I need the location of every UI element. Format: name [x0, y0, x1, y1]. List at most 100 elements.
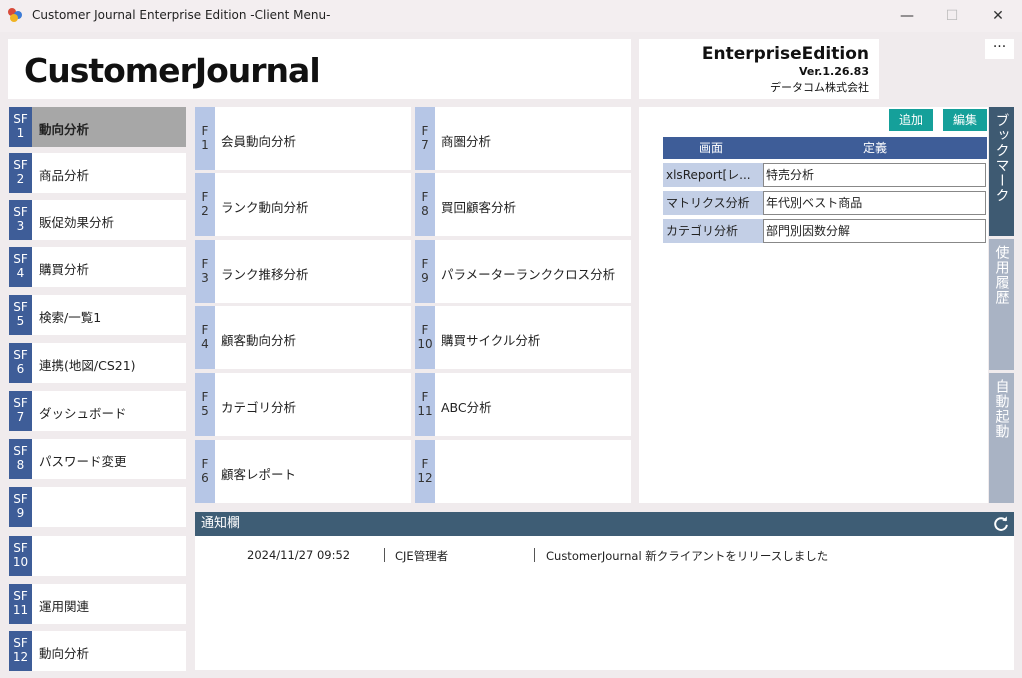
- tab-bookmark[interactable]: ブックマーク: [989, 107, 1014, 236]
- f-item-5[interactable]: F5 カテゴリ分析: [195, 373, 411, 436]
- tab-autostart[interactable]: 自動起動: [989, 373, 1014, 503]
- f-key: F 12: [415, 440, 435, 503]
- f-item-2[interactable]: F2 ランク動向分析: [195, 173, 411, 236]
- tab-autostart-label: 自動起動: [993, 379, 1010, 439]
- notice-title: 通知欄: [201, 516, 241, 531]
- bookmark-screen: カテゴリ分析: [663, 219, 763, 243]
- bookmark-panel: 追加 編集 画面 定義 xlsReport[レ... 特売分析 マトリクス分析 …: [639, 107, 988, 503]
- notice-datetime: 2024/11/27 09:52: [247, 548, 351, 562]
- f-key: F7: [415, 107, 435, 170]
- bookmark-screen: xlsReport[レ...: [663, 163, 763, 187]
- bookmark-table-header: 画面 定義: [663, 137, 987, 159]
- f-key: F8: [415, 173, 435, 236]
- f-label: ABC分析: [441, 400, 492, 415]
- sf-item-4[interactable]: SF 4 購買分析: [9, 247, 186, 287]
- maximize-button[interactable]: ☐: [929, 4, 975, 28]
- bookmark-screen: マトリクス分析: [663, 191, 763, 215]
- sf-label: 連携(地図/CS21): [39, 358, 136, 373]
- refresh-icon[interactable]: [992, 515, 1010, 533]
- f-item-12[interactable]: F 12: [415, 440, 631, 503]
- f-item-9[interactable]: F9 パラメーターランククロス分析: [415, 240, 631, 303]
- sf-key: SF 9: [9, 487, 32, 527]
- edition-name: EnterpriseEdition: [701, 44, 869, 64]
- f-key: F2: [195, 173, 215, 236]
- f-key: F4: [195, 306, 215, 369]
- bookmark-row[interactable]: カテゴリ分析 部門別因数分解: [663, 219, 987, 243]
- f-item-10[interactable]: F 10 購買サイクル分析: [415, 306, 631, 369]
- tab-history[interactable]: 使用履歴: [989, 239, 1014, 370]
- sf-item-1[interactable]: SF 1 動向分析: [9, 107, 186, 147]
- sf-label: 運用関連: [39, 599, 90, 614]
- bookmark-definition[interactable]: 年代別ベスト商品: [763, 191, 986, 215]
- col-definition-header: 定義: [863, 141, 888, 155]
- sf-key: SF 4: [9, 247, 32, 287]
- notice-header: 通知欄: [195, 512, 1014, 536]
- sf-label: 購買分析: [39, 262, 90, 277]
- sf-label: 販促効果分析: [39, 215, 115, 230]
- sf-item-2[interactable]: SF 2 商品分析: [9, 153, 186, 193]
- sf-key: SF 6: [9, 343, 32, 383]
- f-key: F3: [195, 240, 215, 303]
- f-label: パラメーターランククロス分析: [441, 267, 616, 282]
- f-label: 商圏分析: [441, 134, 492, 149]
- version-label: Ver.1.26.83: [798, 65, 869, 78]
- brand-logo: CustomerJournal: [24, 51, 321, 90]
- sf-item-11[interactable]: SF 11 運用関連: [9, 584, 186, 624]
- brand-banner: CustomerJournal: [8, 39, 631, 99]
- sf-key: SF 2: [9, 153, 32, 193]
- more-menu-button[interactable]: ···: [985, 39, 1014, 59]
- col-screen-header: 画面: [699, 141, 724, 155]
- f-item-11[interactable]: F 11 ABC分析: [415, 373, 631, 436]
- edit-bookmark-button[interactable]: 編集: [943, 109, 987, 131]
- add-bookmark-button[interactable]: 追加: [889, 109, 933, 131]
- sf-item-10[interactable]: SF 10: [9, 536, 186, 576]
- sf-label: ダッシュボード: [39, 406, 127, 421]
- sf-item-5[interactable]: SF 5 検索/一覧1: [9, 295, 186, 335]
- f-key: F 11: [415, 373, 435, 436]
- f-key: F1: [195, 107, 215, 170]
- f-label: 顧客レポート: [221, 467, 297, 482]
- sf-label: 商品分析: [39, 168, 90, 183]
- sf-item-6[interactable]: SF 6 連携(地図/CS21): [9, 343, 186, 383]
- bookmark-definition[interactable]: 特売分析: [763, 163, 986, 187]
- sf-item-7[interactable]: SF 7 ダッシュボード: [9, 391, 186, 431]
- bookmark-row[interactable]: xlsReport[レ... 特売分析: [663, 163, 987, 187]
- app-icon: [8, 8, 24, 22]
- window-title: Customer Journal Enterprise Edition -Cli…: [32, 8, 331, 22]
- sf-label: 検索/一覧1: [39, 310, 102, 325]
- f-label: カテゴリ分析: [221, 400, 297, 415]
- bookmark-row[interactable]: マトリクス分析 年代別ベスト商品: [663, 191, 987, 215]
- f-key: F6: [195, 440, 215, 503]
- f-label: 購買サイクル分析: [441, 333, 541, 348]
- f-item-7[interactable]: F7 商圏分析: [415, 107, 631, 170]
- sf-item-8[interactable]: SF 8 パスワード変更: [9, 439, 186, 479]
- sf-key: SF 1: [9, 107, 32, 147]
- company-label: データコム株式会社: [770, 81, 869, 94]
- notice-divider: [384, 548, 385, 562]
- tab-bookmark-label: ブックマーク: [993, 113, 1010, 203]
- sf-key: SF 5: [9, 295, 32, 335]
- f-label: 顧客動向分析: [221, 333, 297, 348]
- edition-info: EnterpriseEdition Ver.1.26.83 データコム株式会社: [639, 39, 879, 99]
- f-item-6[interactable]: F6 顧客レポート: [195, 440, 411, 503]
- f-label: ランク推移分析: [221, 267, 309, 282]
- bookmark-definition[interactable]: 部門別因数分解: [763, 219, 986, 243]
- f-item-1[interactable]: F1 会員動向分析: [195, 107, 411, 170]
- notice-divider: [534, 548, 535, 562]
- f-item-8[interactable]: F8 買回顧客分析: [415, 173, 631, 236]
- f-label: 会員動向分析: [221, 134, 297, 149]
- sf-item-12[interactable]: SF 12 動向分析: [9, 631, 186, 671]
- f-item-3[interactable]: F3 ランク推移分析: [195, 240, 411, 303]
- f-key: F5: [195, 373, 215, 436]
- notice-list: 2024/11/27 09:52 CJE管理者 CustomerJournal …: [195, 536, 1014, 670]
- f-key: F 10: [415, 306, 435, 369]
- tab-history-label: 使用履歴: [993, 245, 1010, 305]
- sf-key: SF 11: [9, 584, 32, 624]
- sf-item-9[interactable]: SF 9: [9, 487, 186, 527]
- close-button[interactable]: ✕: [975, 4, 1021, 28]
- minimize-button[interactable]: —: [884, 4, 930, 28]
- notice-author: CJE管理者: [395, 549, 449, 563]
- f-item-4[interactable]: F4 顧客動向分析: [195, 306, 411, 369]
- sf-item-3[interactable]: SF 3 販促効果分析: [9, 200, 186, 240]
- sf-key: SF 3: [9, 200, 32, 240]
